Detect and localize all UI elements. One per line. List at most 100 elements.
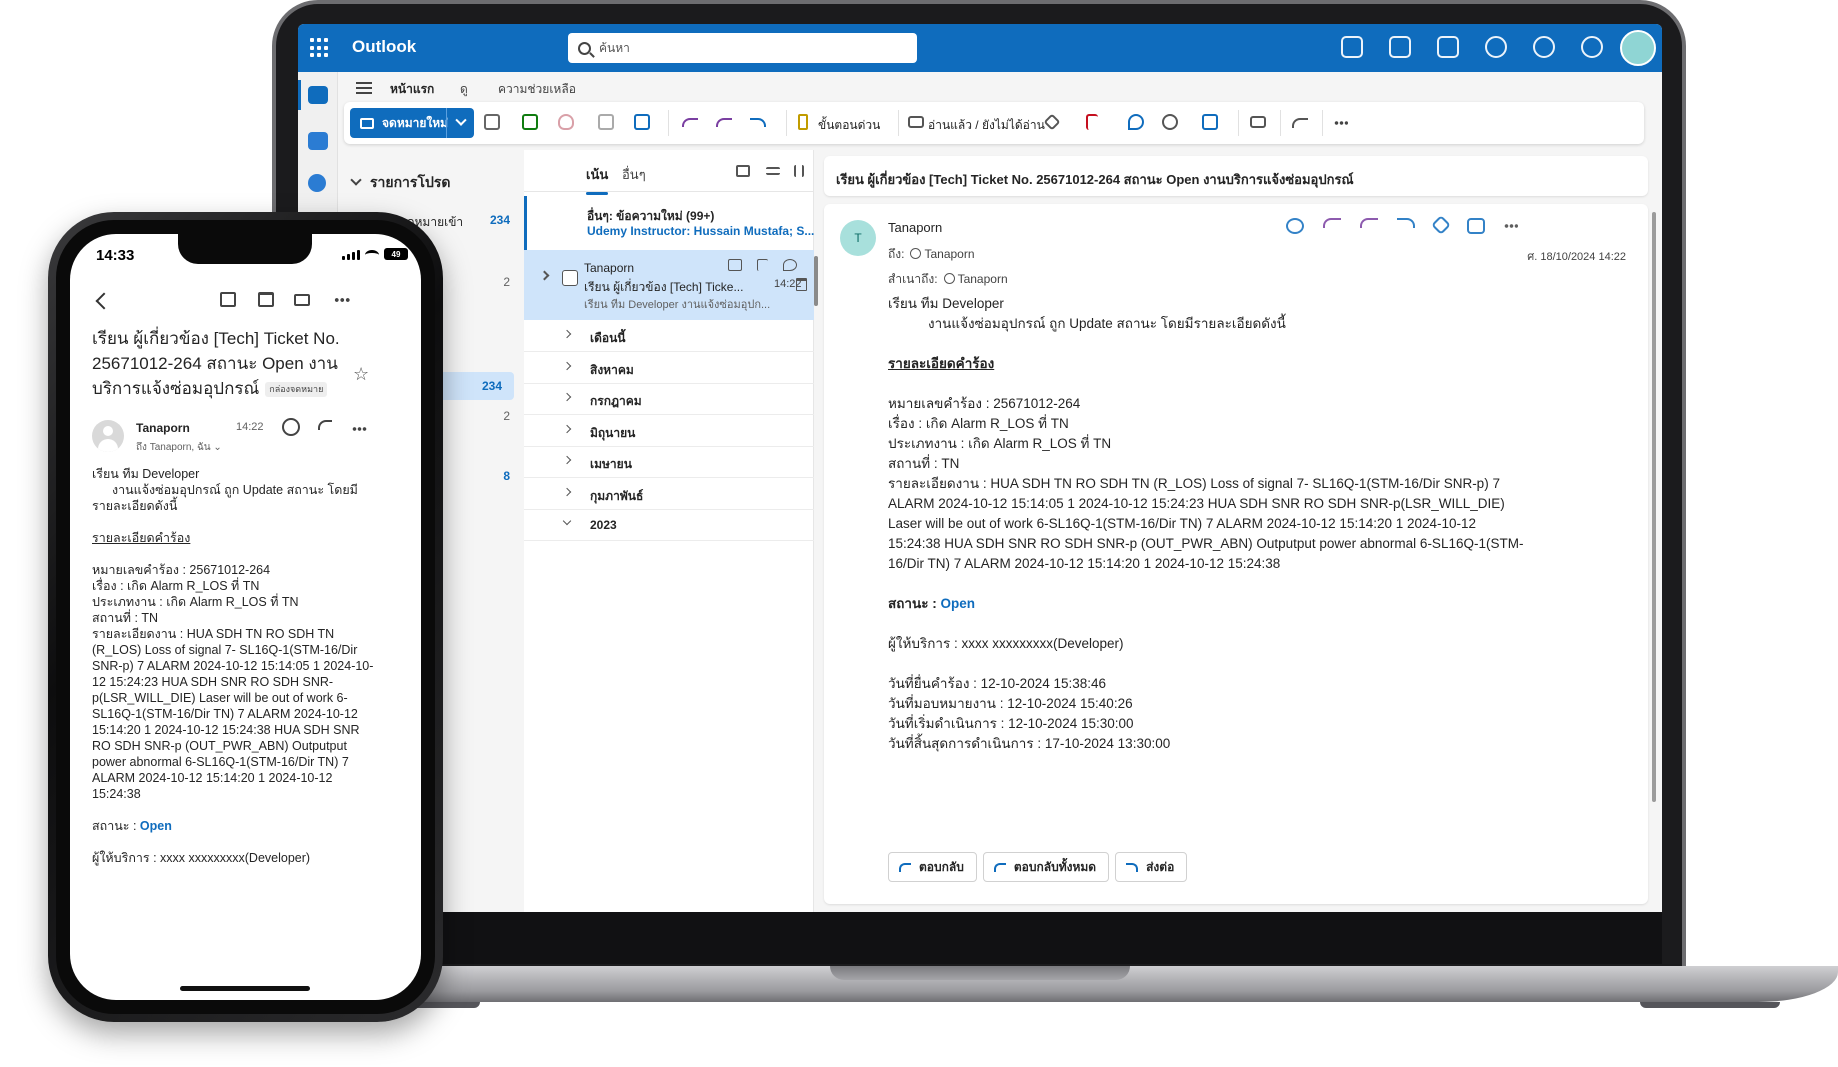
reply-icon[interactable] [318, 420, 332, 430]
reply-icon[interactable] [682, 118, 698, 127]
reply-all-icon[interactable] [1360, 218, 1378, 228]
sort-icon[interactable] [794, 165, 804, 177]
message-row-actions [728, 259, 797, 271]
undo-icon[interactable] [1292, 118, 1308, 128]
sender-avatar[interactable]: T [840, 220, 876, 256]
message-checkbox[interactable] [562, 270, 578, 286]
other-inbox-banner[interactable]: อื่นๆ: ข้อความใหม่ (99+) Udemy Instructo… [524, 196, 814, 250]
chevron-icon [562, 424, 572, 433]
phone-status-icons: 49 [342, 248, 408, 260]
account-avatar[interactable] [1620, 30, 1656, 66]
star-icon[interactable]: ☆ [353, 364, 369, 385]
hamburger-menu-icon[interactable] [356, 82, 372, 94]
tab-help[interactable]: ความช่วยเหลือ [498, 80, 576, 99]
forward-button[interactable]: ส่งต่อ [1115, 852, 1188, 882]
date-group-header[interactable]: มิถุนายน [524, 415, 814, 447]
teams-chat-icon[interactable] [1341, 36, 1363, 58]
message-body: เรียน ทีม Developer งานแจ้งซ่อมอุปกรณ์ ถ… [888, 294, 1528, 754]
to-recipient[interactable]: Tanaporn [924, 247, 974, 261]
rules-icon[interactable] [1202, 114, 1218, 130]
date-group-header[interactable]: กุมภาพันธ์ [524, 478, 814, 510]
filter-icon[interactable] [766, 167, 780, 175]
contact-icon [910, 248, 922, 259]
ticket-number: หมายเลขคำร้อง : 25671012-264 [888, 396, 1081, 411]
date-group-header[interactable]: เดือนนี้ [524, 320, 814, 352]
clock-icon[interactable] [1162, 114, 1178, 130]
phone-clock: 14:33 [96, 247, 135, 264]
more-options-icon[interactable] [334, 298, 350, 302]
reply-button[interactable]: ตอบกลับ [888, 852, 977, 882]
tab-focused[interactable]: เน้น [586, 164, 609, 195]
reading-pane-scrollbar[interactable] [1652, 212, 1656, 802]
lightning-icon[interactable] [798, 114, 808, 130]
date-group-header[interactable]: เมษายน [524, 446, 814, 478]
app-title[interactable]: Outlook [352, 37, 416, 57]
move-to-icon[interactable] [634, 114, 650, 130]
people-icon[interactable] [308, 174, 326, 192]
sender-name[interactable]: Tanaporn [888, 220, 942, 235]
tag-icon[interactable] [1043, 113, 1061, 131]
reply-all-button[interactable]: ตอบกลับทั้งหมด [982, 852, 1110, 882]
print-icon[interactable] [1250, 116, 1266, 128]
cc-recipient[interactable]: Tanaporn [958, 272, 1008, 286]
message-row-selected[interactable]: Tanaporn เรียน ผู้เกี่ยวข้อง [Tech] Tick… [524, 250, 814, 320]
date-group-header[interactable]: กรกฎาคม [524, 383, 814, 415]
new-mail-dropdown[interactable] [446, 108, 474, 138]
more-options-icon[interactable] [1334, 121, 1348, 125]
archive-icon[interactable] [220, 292, 236, 307]
archive-icon[interactable] [522, 114, 538, 130]
tab-home[interactable]: หน้าแรก [390, 80, 435, 106]
bell-icon[interactable] [1485, 36, 1507, 58]
report-shield-icon[interactable] [558, 114, 574, 130]
ribbon-separator [1322, 110, 1323, 136]
calendar-app-icon[interactable] [1389, 36, 1411, 58]
date-assigned: วันที่มอบหมายงาน : 12-10-2024 15:40:26 [888, 696, 1133, 711]
todo-icon[interactable] [1437, 36, 1459, 58]
select-all-icon[interactable] [736, 165, 750, 177]
apps-icon[interactable] [1467, 218, 1485, 234]
mark-unread-icon[interactable] [294, 294, 310, 306]
message-list-scrollbar[interactable] [814, 256, 818, 306]
date-group-header[interactable]: สิงหาคม [524, 352, 814, 384]
phone-recipients[interactable]: ถึง Tanaporn, ฉัน ⌄ [136, 440, 222, 455]
chevron-right-icon[interactable] [539, 270, 550, 281]
tab-other[interactable]: อื่นๆ [622, 164, 646, 185]
forward-icon[interactable] [1397, 218, 1415, 228]
date-group-header[interactable]: 2023 [524, 509, 814, 541]
read-unread-button[interactable]: อ่านแล้ว / ยังไม่ได้อ่าน [928, 116, 1045, 135]
loop-icon[interactable] [1431, 215, 1451, 235]
reply-icon[interactable] [1323, 218, 1341, 228]
reply-all-icon[interactable] [716, 118, 732, 127]
phone-sender-name[interactable]: Tanaporn [136, 421, 190, 435]
envelope-open-icon[interactable] [908, 116, 924, 128]
pin-icon[interactable] [1128, 114, 1144, 130]
body-greeting: เรียน ทีม Developer [92, 467, 200, 481]
mail-icon[interactable] [308, 86, 328, 104]
flag-icon[interactable] [757, 259, 768, 271]
emoji-icon[interactable] [282, 418, 300, 436]
mark-unread-icon[interactable] [728, 259, 742, 271]
more-options-icon[interactable] [1504, 224, 1518, 228]
back-icon[interactable] [95, 292, 113, 310]
delete-icon[interactable] [796, 278, 807, 291]
sweep-icon[interactable] [598, 114, 614, 130]
pin-icon[interactable] [783, 259, 797, 271]
laptop-foot [1640, 1002, 1780, 1008]
more-options-icon[interactable] [352, 427, 367, 431]
home-indicator[interactable] [180, 986, 310, 991]
flag-icon[interactable] [1086, 114, 1098, 130]
tab-view[interactable]: ดู [460, 80, 468, 99]
new-mail-button[interactable]: จดหมายใหม่ [350, 108, 474, 138]
calendar-icon[interactable] [308, 132, 328, 150]
quick-steps-button[interactable]: ขั้นตอนด่วน [818, 116, 880, 135]
phone-sender-avatar[interactable] [92, 420, 124, 452]
delete-icon[interactable] [484, 114, 500, 130]
app-launcher-icon[interactable] [310, 38, 330, 58]
delete-icon[interactable] [258, 292, 274, 307]
lightbulb-icon[interactable] [1581, 36, 1603, 58]
favorites-heading[interactable]: รายการโปรด [352, 172, 450, 194]
search-box[interactable]: ค้นหา [568, 33, 917, 63]
emoji-icon[interactable] [1286, 218, 1304, 234]
gear-icon[interactable] [1533, 36, 1555, 58]
forward-icon[interactable] [750, 118, 766, 127]
